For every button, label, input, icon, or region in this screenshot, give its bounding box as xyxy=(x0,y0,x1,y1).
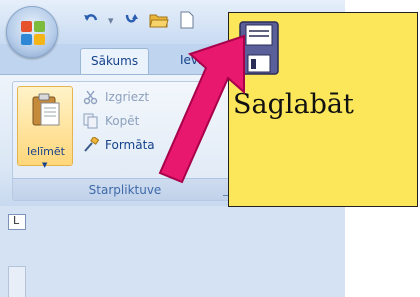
format-painter-label: Formāta xyxy=(105,138,155,152)
office-button[interactable] xyxy=(6,6,58,58)
format-painter-button[interactable]: Formāta xyxy=(83,134,155,156)
tab-home[interactable]: Sākums xyxy=(80,48,150,74)
office-logo-icon xyxy=(21,21,45,45)
document-margin-area: L xyxy=(0,206,345,297)
undo-icon[interactable] xyxy=(80,9,102,31)
copy-button[interactable]: Kopēt xyxy=(83,110,139,132)
cut-button[interactable]: Izgriezt xyxy=(83,86,149,108)
format-painter-icon xyxy=(84,137,99,152)
scissors-icon xyxy=(83,90,98,105)
copy-label: Kopēt xyxy=(105,114,140,128)
paste-label: Ielīmēt xyxy=(27,145,65,158)
clipboard-icon xyxy=(32,93,60,126)
undo-dropdown-icon[interactable]: ▾ xyxy=(108,14,114,27)
new-document-icon[interactable] xyxy=(176,9,198,31)
cut-label: Izgriezt xyxy=(105,90,150,104)
redo-icon[interactable] xyxy=(120,9,142,31)
vertical-ruler xyxy=(8,266,26,297)
open-folder-icon[interactable] xyxy=(148,9,170,31)
paste-button[interactable]: Ielīmēt ▼ xyxy=(17,86,73,169)
pointer-arrow-icon xyxy=(158,34,245,184)
tab-selector-button[interactable]: L xyxy=(8,214,26,230)
paste-dropdown-icon[interactable]: ▼ xyxy=(42,161,47,169)
copy-icon xyxy=(83,113,98,129)
tab-selector-glyph: L xyxy=(13,214,20,227)
